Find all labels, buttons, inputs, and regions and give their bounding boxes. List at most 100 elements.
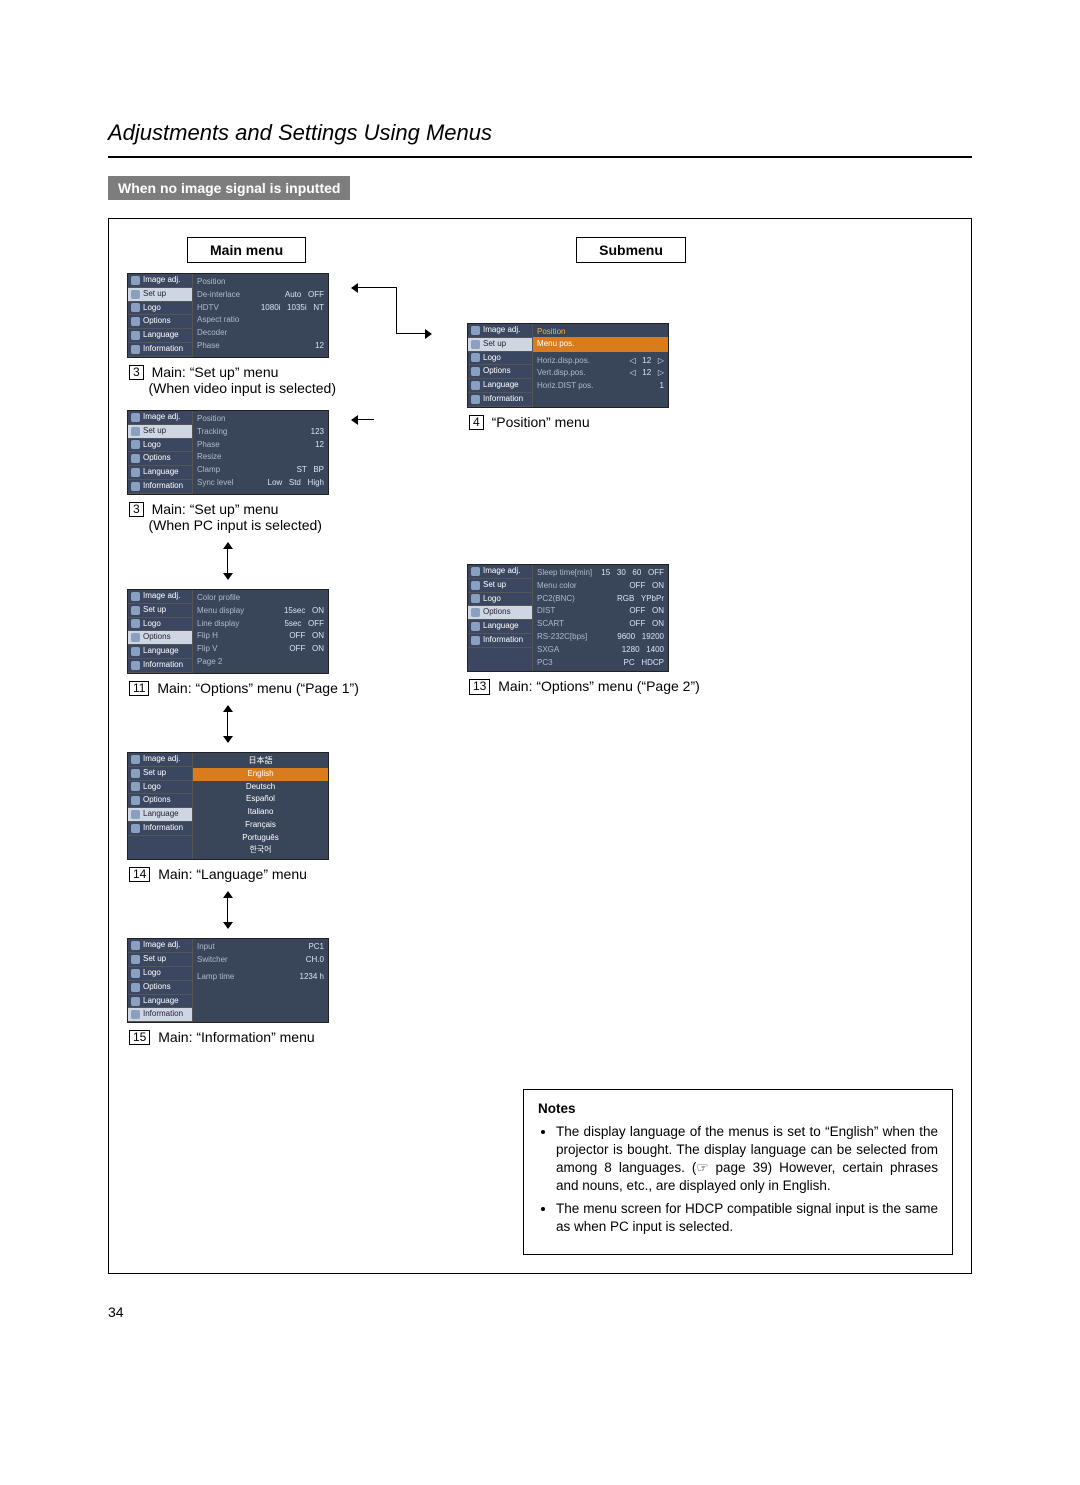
osd-line-label: Vert.disp.pos.: [537, 368, 585, 379]
osd-side-item: Language: [468, 379, 532, 393]
osd-side-item: Information: [128, 1008, 192, 1022]
caption-subtext: (When PC input is selected): [148, 517, 322, 533]
osd-side-label: Options: [143, 982, 171, 993]
osd-side-item: Set up: [128, 953, 192, 967]
osd-line-value: Auto OFF: [285, 290, 324, 301]
menu-item-icon: [131, 647, 140, 656]
osd-line-value: OFF ON: [629, 619, 664, 630]
osd-side-item: Information: [128, 659, 192, 673]
osd-side-label: Information: [143, 344, 183, 355]
menu-item-icon: [131, 983, 140, 992]
caption-text: “Position” menu: [492, 414, 590, 430]
page-number: 34: [108, 1304, 972, 1320]
osd-side-label: Logo: [143, 782, 161, 793]
caption-text: Main: “Information” menu: [158, 1029, 314, 1045]
osd-side-label: Language: [143, 996, 179, 1007]
osd-side-item: Information: [468, 634, 532, 648]
osd-side-item: Image adj.: [128, 939, 192, 953]
title-rule: [108, 156, 972, 158]
osd-side-item: Options: [128, 794, 192, 808]
osd-line-label: PC2(BNC): [537, 594, 575, 605]
osd-side-label: Image adj.: [143, 940, 180, 951]
osd-side-item: Options: [128, 631, 192, 645]
osd-side-label: Information: [143, 1009, 183, 1020]
osd-side-label: Options: [143, 453, 171, 464]
osd-line-value: OFF ON: [289, 631, 324, 642]
osd-line-label: Page 2: [197, 657, 222, 668]
osd-side-label: Language: [143, 330, 179, 341]
menu-item-icon: [471, 594, 480, 603]
caption-num: 14: [129, 867, 150, 882]
osd-side-label: Image adj.: [143, 754, 180, 765]
menu-item-icon: [131, 810, 140, 819]
vertical-connector: [227, 706, 487, 742]
osd-line-value: 12: [315, 440, 324, 451]
osd-line-label: Flip V: [197, 644, 217, 655]
caption-num: 13: [469, 679, 490, 694]
menu-item-icon: [131, 331, 140, 340]
osd-side-label: Image adj.: [143, 591, 180, 602]
osd-side-item: Image adj.: [128, 274, 192, 288]
osd-side-item: Image adj.: [128, 753, 192, 767]
osd-lang-option: Deutsch: [197, 781, 324, 794]
osd-side-label: Image adj.: [143, 275, 180, 286]
menu-item-icon: [131, 290, 140, 299]
column-head-sub: Submenu: [576, 237, 686, 263]
osd-line-value: 123: [311, 427, 324, 438]
caption-information: 15 Main: “Information” menu: [129, 1029, 387, 1045]
osd-side-item: Information: [128, 822, 192, 836]
osd-line-value: OFF ON: [289, 644, 324, 655]
osd-side-label: Logo: [483, 353, 501, 364]
caption-language: 14 Main: “Language” menu: [129, 866, 387, 882]
osd-line-label: Menu display: [197, 606, 244, 617]
menu-item-icon: [471, 353, 480, 362]
notes-box: Notes The display language of the menus …: [523, 1089, 953, 1255]
osd-line-label: SXGA: [537, 645, 559, 656]
osd-line-label: Horiz.DIST pos.: [537, 381, 593, 392]
osd-line-label: Horiz.disp.pos.: [537, 356, 590, 367]
osd-side-label: Set up: [143, 954, 166, 965]
osd-line-value: OFF ON: [629, 581, 664, 592]
caption-text: Main: “Set up” menu: [152, 501, 279, 517]
osd-lang-option: Italiano: [197, 806, 324, 819]
osd-side-item: Information: [468, 393, 532, 407]
menu-item-icon: [131, 440, 140, 449]
osd-line-value: 1: [660, 381, 664, 392]
osd-line-value: 9600 19200: [617, 632, 664, 643]
osd-side-label: Options: [483, 366, 511, 377]
osd-line-value: 12: [315, 341, 324, 352]
caption-options-p1: 11 Main: “Options” menu (“Page 1”): [129, 680, 387, 696]
osd-line-label: RS-232C[bps]: [537, 632, 587, 643]
menu-item-icon: [131, 482, 140, 491]
osd-line-label: Lamp time: [197, 972, 234, 983]
osd-side-item: Logo: [468, 352, 532, 366]
osd-line-label: Sleep time[min]: [537, 568, 592, 579]
vertical-connector: [227, 543, 487, 579]
menu-item-icon: [131, 592, 140, 601]
notes-item: The menu screen for HDCP compatible sign…: [556, 1200, 938, 1236]
osd-side-item: Language: [468, 620, 532, 634]
osd-side-item: Logo: [128, 439, 192, 453]
osd-line-value: 5sec OFF: [284, 619, 324, 630]
osd-line-value: 15sec ON: [284, 606, 324, 617]
menu-item-icon: [471, 608, 480, 617]
osd-line-value: PC1: [308, 942, 324, 953]
osd-side-label: Information: [143, 481, 183, 492]
osd-line-label: Color profile: [197, 593, 240, 604]
osd-line-value: ST BP: [297, 465, 324, 476]
osd-side-label: Information: [143, 823, 183, 834]
connector-line: [352, 419, 374, 420]
menu-item-icon: [471, 581, 480, 590]
osd-side-item: Set up: [128, 425, 192, 439]
osd-line-label: Sync level: [197, 478, 233, 489]
diagram-box: Main menu Submenu Image adj.Set upLogoOp…: [108, 218, 972, 1274]
osd-side-item: Image adj.: [468, 324, 532, 338]
osd-side-item: Set up: [128, 288, 192, 302]
menu-item-icon: [131, 606, 140, 615]
menu-item-icon: [131, 1010, 140, 1019]
osd-side-label: Logo: [143, 968, 161, 979]
caption-text: Main: “Set up” menu: [152, 364, 279, 380]
osd-line-label: Phase: [197, 440, 220, 451]
osd-line-label: Position: [197, 277, 225, 288]
osd-line-value: Low Std High: [268, 478, 324, 489]
